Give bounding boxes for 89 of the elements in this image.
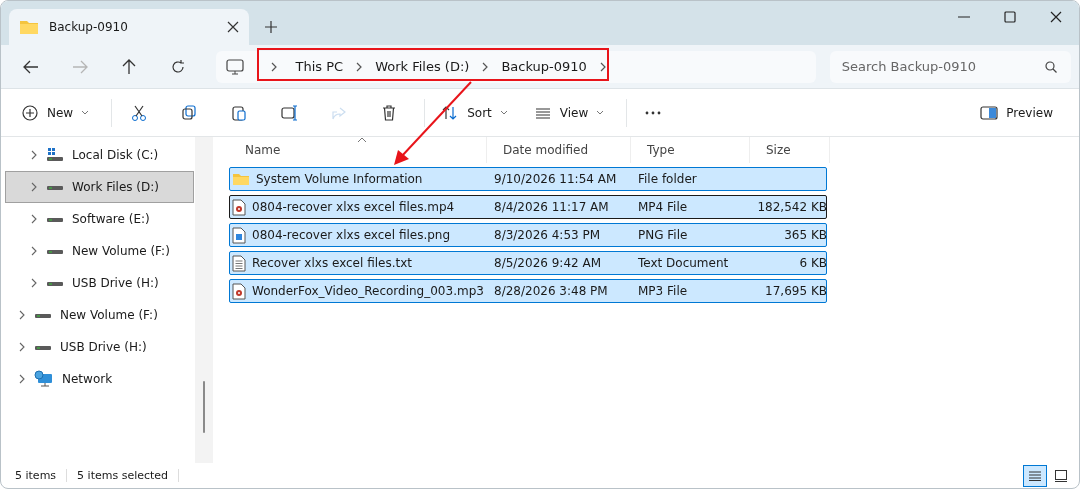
- file-row[interactable]: System Volume Information 9/10/2026 11:54 AM File folder: [229, 167, 827, 191]
- type-cell-text: MP3 File: [637, 284, 689, 298]
- expand-chevron-icon: [18, 374, 26, 384]
- breadcrumb[interactable]: This PC: [289, 59, 350, 74]
- sidebar-item[interactable]: USB Drive (H:): [5, 267, 194, 299]
- expand-chevron-icon: [18, 342, 26, 352]
- type-cell-text: MP4 File: [637, 200, 689, 214]
- search-icon: [1044, 60, 1057, 73]
- file-row[interactable]: WonderFox_Video_Recording_003.mp3 8/28/2026 3:48 PM MP3 File 17,695 KB: [229, 279, 827, 303]
- date-cell-text: 9/10/2026 11:54 AM: [493, 172, 618, 186]
- forward-arrow-icon: [71, 59, 88, 74]
- folder-icon: [232, 171, 250, 187]
- file-row[interactable]: 0804-recover xlxs excel files.png 8/3/2026 4:53 PM PNG File 365 KB: [229, 223, 827, 247]
- breadcrumb[interactable]: Work Files (D:): [369, 59, 476, 74]
- sidebar-item[interactable]: Software (E:): [5, 203, 194, 235]
- chevron-right-icon: [598, 61, 607, 72]
- expand-chevron-icon: [30, 214, 38, 224]
- close-icon: [227, 21, 239, 33]
- address-bar[interactable]: This PC Work Files (D:) Backup-0910: [215, 50, 816, 83]
- maximize-icon: [1004, 11, 1016, 23]
- network-icon: [34, 370, 54, 388]
- column-header[interactable]: Date modified: [487, 137, 631, 163]
- size-cell-text: 365 KB: [783, 228, 828, 242]
- tab-title: Backup-0910: [49, 20, 129, 34]
- file-row[interactable]: 0804-recover xlxs excel files.mp4 8/4/2026 11:17 AM MP4 File 182,542 KB: [229, 195, 827, 219]
- file-name: 0804-recover xlxs excel files.png: [252, 228, 451, 242]
- plus-icon: [265, 21, 277, 33]
- preview-button[interactable]: Preview: [970, 96, 1063, 129]
- sidebar-item[interactable]: Work Files (D:): [5, 171, 194, 203]
- file-name: WonderFox_Video_Recording_003.mp3: [252, 284, 484, 298]
- file-name: System Volume Information: [256, 172, 423, 186]
- minimize-icon: [958, 16, 970, 18]
- file-name: 0804-recover xlxs excel files.mp4: [252, 200, 455, 214]
- details-view-button[interactable]: [1023, 464, 1047, 487]
- media-file-icon: [232, 282, 246, 300]
- dropdown-caret-icon: [81, 109, 90, 116]
- expand-chevron-icon: [30, 150, 38, 160]
- selection-count: 5 items selected: [77, 469, 180, 482]
- sidebar-item[interactable]: New Volume (F:): [5, 299, 194, 331]
- item-count: 5 items: [15, 469, 68, 482]
- dropdown-caret-icon: [596, 109, 605, 116]
- expand-chevron-icon: [30, 182, 38, 192]
- sidebar-item[interactable]: USB Drive (H:): [5, 331, 194, 363]
- search-field[interactable]: Search Backup-0910: [829, 50, 1071, 83]
- drive-icon: [46, 148, 64, 162]
- sidebar-item[interactable]: Local Disk (C:): [5, 139, 194, 171]
- dropdown-caret-icon: [499, 109, 508, 116]
- expand-chevron-icon: [30, 278, 38, 288]
- type-cell-text: PNG File: [637, 228, 689, 242]
- date-cell-text: 8/4/2026 11:17 AM: [493, 200, 610, 214]
- column-header[interactable]: Type: [631, 137, 750, 163]
- toolbar-button[interactable]: View: [523, 96, 615, 129]
- sidebar-item[interactable]: New Volume (F:): [5, 235, 194, 267]
- date-cell-text: 8/28/2026 3:48 PM: [493, 284, 609, 298]
- expand-chevron-icon: [18, 310, 26, 320]
- tile-icon: [1055, 469, 1067, 482]
- window-tab[interactable]: Backup-0910: [9, 9, 249, 45]
- preview-pane-icon: [980, 105, 999, 120]
- sort-ascending-icon: [357, 137, 367, 143]
- expand-chevron-icon: [30, 246, 38, 256]
- close-tab-button[interactable]: [227, 21, 239, 33]
- size-cell-text: 6 KB: [798, 256, 828, 270]
- type-cell-text: Text Document: [637, 256, 730, 270]
- up-arrow-icon: [121, 58, 136, 75]
- chevron-right-icon: [269, 61, 278, 72]
- scrollbar-thumb[interactable]: [203, 381, 205, 433]
- date-cell-text: 8/5/2026 9:42 AM: [493, 256, 603, 270]
- chevron-right-icon: [355, 61, 364, 72]
- chevron-right-icon: [481, 61, 490, 72]
- sidebar-item[interactable]: Network: [5, 363, 194, 395]
- breadcrumb[interactable]: Backup-0910: [495, 59, 593, 74]
- size-cell-text: 182,542 KB: [756, 200, 828, 214]
- folder-icon: [19, 19, 39, 35]
- file-row[interactable]: Recover xlxs excel files.txt 8/5/2026 9:42 AM Text Document 6 KB: [229, 251, 827, 275]
- image-file-icon: [232, 226, 246, 244]
- date-cell-text: 8/3/2026 4:53 PM: [493, 228, 602, 242]
- media-file-icon: [232, 198, 246, 216]
- computer-icon: [225, 58, 244, 75]
- toolbar-button[interactable]: New: [11, 96, 100, 129]
- list-icon: [1029, 470, 1041, 481]
- back-arrow-icon: [22, 59, 39, 74]
- type-cell-text: File folder: [637, 172, 698, 186]
- size-cell-text: 17,695 KB: [764, 284, 828, 298]
- refresh-icon: [170, 59, 185, 74]
- close-icon: [1050, 11, 1062, 23]
- column-header[interactable]: Size: [750, 137, 830, 163]
- toolbar-button[interactable]: Sort: [431, 96, 518, 129]
- text-file-icon: [232, 254, 246, 272]
- file-name: Recover xlxs excel files.txt: [252, 256, 412, 270]
